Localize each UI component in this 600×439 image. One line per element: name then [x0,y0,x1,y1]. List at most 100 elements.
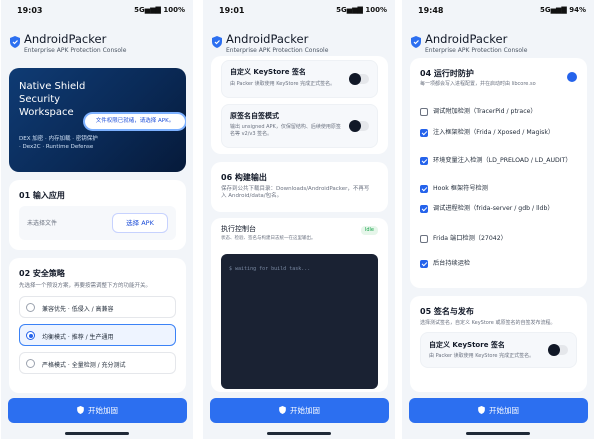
check-label: Hook 框架符号检测 [433,185,488,192]
custom-keystore-toggle[interactable] [349,73,369,85]
app-subtitle: Enterprise APK Protection Console [226,47,329,54]
home-indicator [65,432,129,435]
status-indicators: 5G▅▆▇ 100% [134,6,185,14]
build-output-card: 06 构建输出 保存到公共下载目录：Downloads/AndroidPacke… [211,162,388,212]
strategy-option-balanced[interactable]: 均衡模式 · 推荐 / 生产通用 [19,324,176,346]
app-subtitle: Enterprise APK Protection Console [24,47,127,54]
app-title: AndroidPacker [425,32,508,46]
status-bar: 19:03 5G▅▆▇ 100% [11,6,185,18]
start-protect-button[interactable]: 开始加固 [409,398,588,423]
status-indicators: 5G▅▆▇ 100% [336,6,387,14]
button-label: 开始加固 [489,406,519,415]
section-desc: 每一项都会写入进程配置，并在启动时由 libcore.so [420,81,536,87]
permission-toast: 文件权限已就绪，请选择 APK。 [85,114,185,129]
section-desc: 选择测试签名，自定义 KeyStore 或原签名的自签发布流程。 [420,320,556,326]
status-bar: 19:01 5G▅▆▇ 100% [213,6,387,18]
shield-icon [279,406,286,414]
status-time: 19:48 [418,6,444,15]
start-protect-button[interactable]: 开始加固 [8,398,187,423]
hero-title: Native Shield Security Workspace [19,81,86,118]
origin-sign-toggle[interactable] [349,120,369,132]
option-desc: 由 Packer 读取使用 KeyStore 完成正式签名。 [230,81,336,87]
option-title: 自定义 KeyStore 签名 [230,68,306,76]
console-desc: 状态、检验、签名与构建日志统一在这里输出。 [221,236,316,241]
check-label: 调试进程检测（frida-server / gdb / lldb） [433,205,554,212]
section-desc: 保存到公共下载目录：Downloads/AndroidPacker，不再写入 A… [221,186,370,199]
status-bar: 19:48 5G▅▆▇ 94% [412,6,586,18]
app-title: AndroidPacker [226,32,309,46]
section-title: 05 签名与发布 [420,307,474,316]
phone-screen-2: 19:01 5G▅▆▇ 100% AndroidPacker Enterpris… [203,0,395,439]
section-title: 01 输入应用 [19,191,65,200]
checkbox-checked-icon [420,129,428,137]
home-indicator [267,432,331,435]
option-title: 原签名自签模式 [230,112,279,120]
input-app-card: 01 输入应用 未选择文件 选择 APK [9,180,186,250]
status-indicators: 5G▅▆▇ 94% [540,6,586,14]
option-label: 兼容优先 · 低侵入 / 高兼容 [42,306,114,313]
file-placeholder: 未选择文件 [27,220,58,227]
console-status-badge: Idle [360,226,378,235]
phone-screen-3: 19:48 5G▅▆▇ 94% AndroidPacker Enterprise… [402,0,594,439]
option-label: 严格模式 · 全量检测 / 充分测试 [42,362,126,369]
custom-keystore-toggle[interactable] [548,344,568,356]
select-apk-button[interactable]: 选择 APK [112,213,168,233]
home-indicator [466,432,530,435]
section-title: 06 构建输出 [221,173,267,182]
button-label: 开始加固 [88,406,118,415]
strategy-option-compat[interactable]: 兼容优先 · 低侵入 / 高兼容 [19,296,176,318]
radio-icon [26,303,35,312]
checkbox-icon [420,108,428,116]
button-label: 开始加固 [290,406,320,415]
console-title: 执行控制台 [221,225,256,233]
checkbox-icon [420,235,428,243]
console-card: 执行控制台 状态、检验、签名与构建日志统一在这里输出。 Idle $ waiti… [211,218,388,392]
radio-selected-icon [26,331,35,340]
status-time: 19:01 [219,6,245,15]
checkbox-checked-icon [420,260,428,268]
runtime-protection-card: 04 运行时防护 每一项都会写入进程配置，并在启动时由 libcore.so 调… [410,58,587,288]
option-title: 自定义 KeyStore 签名 [429,341,505,349]
section-title: 04 运行时防护 [420,69,474,78]
app-bar: AndroidPacker Enterprise APK Protection … [10,30,187,60]
console-output: $ waiting for build task... [221,254,378,389]
app-bar: AndroidPacker Enterprise APK Protection … [411,30,588,60]
checkbox-checked-icon [420,157,428,165]
shield-icon [478,406,485,414]
file-picker-row: 未选择文件 选择 APK [19,206,176,240]
phone-screen-1: 19:03 5G▅▆▇ 100% AndroidPacker Enterpris… [1,0,193,439]
check-label: 调试附加检测（TracerPid / ptrace） [433,108,537,115]
radio-icon [26,359,35,368]
custom-keystore-option[interactable]: 自定义 KeyStore 签名 由 Packer 读取使用 KeyStore 完… [420,332,577,368]
option-desc: 由 Packer 读取使用 KeyStore 完成正式签名。 [429,353,535,359]
hero-tags: DEX 加密 · 内存加载 · 密钥保护 · Dex2C · Runtime D… [19,136,98,150]
sign-publish-card: 05 签名与发布 选择测试签名，自定义 KeyStore 或原签名的自签发布流程… [410,296,587,392]
security-strategy-card: 02 安全策略 先选择一个预设方案，再要按需调整下方的功能开关。 兼容优先 · … [9,258,186,393]
origin-sign-option[interactable]: 原签名自签模式 输出 unsigned APK，仅保留结构、后续使用原签名等 v… [221,104,378,148]
checkbox-checked-icon [420,185,428,193]
console-log-line: $ waiting for build task... [229,266,311,272]
check-frida-xposed[interactable]: 注入框架检测（Frida / Xposed / Magisk） [420,128,577,146]
option-label: 均衡模式 · 推荐 / 生产通用 [42,334,114,341]
section-desc: 先选择一个预设方案，再要按需调整下方的功能开关。 [19,283,152,289]
app-title: AndroidPacker [24,32,107,46]
strategy-option-strict[interactable]: 严格模式 · 全量检测 / 充分测试 [19,352,176,374]
check-label: 后台持续运检 [433,260,471,267]
section-title: 02 安全策略 [19,269,65,278]
shield-logo-icon [411,36,421,48]
check-debug-process[interactable]: 调试进程检测（frida-server / gdb / lldb） [420,204,577,222]
hero-banner: Native Shield Security Workspace DEX 加密 … [9,68,186,172]
signing-options-card: 自定义 KeyStore 签名 由 Packer 读取使用 KeyStore 完… [211,56,388,154]
runtime-master-toggle[interactable] [567,72,577,82]
shield-logo-icon [212,36,222,48]
check-label: 注入框架检测（Frida / Xposed / Magisk） [433,129,555,136]
custom-keystore-option[interactable]: 自定义 KeyStore 签名 由 Packer 读取使用 KeyStore 完… [221,60,378,98]
status-time: 19:03 [17,6,43,15]
check-ld-preload[interactable]: 环境变量注入检测（LD_PRELOAD / LD_AUDIT） [420,156,577,174]
option-desc: 输出 unsigned APK，仅保留结构、后续使用原签名等 v2/v3 签名。 [230,124,341,137]
check-label: Frida 端口检测（27042） [433,235,507,242]
shield-icon [77,406,84,414]
check-label: 环境变量注入检测（LD_PRELOAD / LD_AUDIT） [433,157,572,164]
shield-logo-icon [10,36,20,48]
start-protect-button[interactable]: 开始加固 [210,398,389,423]
